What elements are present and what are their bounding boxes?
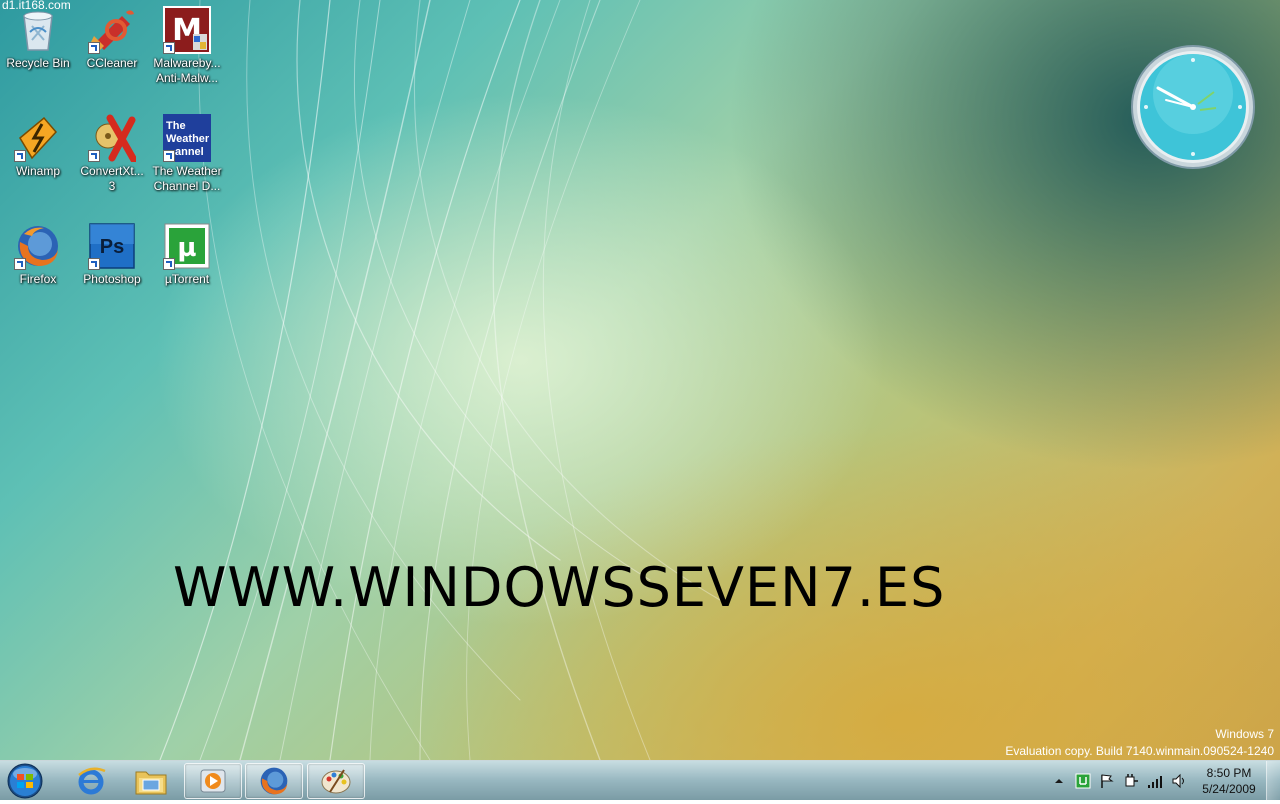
icon-label: Winamp [15, 164, 60, 178]
taskbar-clock[interactable]: 8:50 PM 5/24/2009 [1196, 765, 1262, 797]
winamp-icon [14, 114, 62, 162]
build-line-eval: Evaluation copy. Build 7140.winmain.0905… [1005, 744, 1274, 758]
volume-icon[interactable] [1171, 773, 1187, 789]
desktop-icon-malwarebytes[interactable]: M Malwareby... Anti-Malw... [149, 6, 225, 86]
ccleaner-icon [88, 6, 136, 54]
desktop-icon-recycle-bin[interactable]: Recycle Bin [0, 6, 76, 71]
icon-label: The Weather Channel D... [152, 164, 222, 193]
shortcut-arrow-icon [14, 150, 26, 162]
desktop-icon-photoshop[interactable]: Ps Photoshop [74, 222, 150, 287]
desktop-background: d1.it168.com Recycle Bin CCleaner M Malw… [0, 0, 1280, 760]
firefox-icon [14, 222, 62, 270]
shortcut-arrow-icon [163, 258, 175, 270]
taskbar-firefox[interactable] [245, 763, 303, 799]
taskbar-windows-explorer[interactable] [122, 763, 180, 799]
utorrent-logo-text: µ [177, 233, 196, 263]
photoshop-logo-text: Ps [100, 236, 124, 258]
clock-date: 5/24/2009 [1202, 782, 1256, 796]
network-signal-icon[interactable] [1147, 773, 1163, 789]
power-plug-icon[interactable] [1123, 773, 1139, 789]
paint-icon [321, 769, 351, 794]
firefox-icon [260, 767, 288, 795]
weather-logo-line2: Weather [166, 133, 210, 145]
shortcut-arrow-icon [163, 42, 175, 54]
show-hidden-icons-arrow[interactable] [1051, 773, 1067, 789]
clock-gadget[interactable] [1130, 44, 1256, 170]
site-watermark: WWW.WINDOWSSEVEN7.ES [173, 556, 946, 619]
recycle-bin-icon [14, 6, 62, 54]
weather-logo-line3: annel [175, 146, 204, 158]
malwarebytes-icon: M [163, 6, 211, 54]
action-center-flag-icon[interactable] [1099, 773, 1115, 789]
desktop-icon-ccleaner[interactable]: CCleaner [74, 6, 150, 71]
icon-label: CCleaner [86, 56, 138, 70]
windows-explorer-icon [135, 771, 167, 795]
desktop-icon-firefox[interactable]: Firefox [0, 222, 76, 287]
internet-explorer-icon [78, 767, 106, 795]
shortcut-arrow-icon [163, 150, 175, 162]
convertxtodvd-icon [88, 114, 138, 164]
photoshop-icon: Ps [88, 222, 136, 270]
icon-label: Firefox [19, 272, 57, 286]
clock-time: 8:50 PM [1206, 766, 1252, 780]
build-info: Windows 7 Evaluation copy. Build 7140.wi… [1005, 726, 1274, 760]
shortcut-arrow-icon [14, 258, 26, 270]
taskbar-media-player[interactable] [184, 763, 242, 799]
windows-orb-icon [7, 763, 43, 799]
desktop-icon-utorrent[interactable]: µ µTorrent [149, 222, 225, 287]
shortcut-arrow-icon [88, 150, 100, 162]
show-desktop-button[interactable] [1266, 761, 1280, 801]
icon-label: µTorrent [164, 272, 210, 286]
icon-label: Malwareby... Anti-Malw... [153, 56, 221, 85]
shortcut-arrow-icon [88, 42, 100, 54]
utorrent-icon: µ [163, 222, 211, 270]
desktop-icon-convertxtodvd[interactable]: ConvertXt... 3 [74, 114, 150, 194]
taskbar: 8:50 PM 5/24/2009 [0, 760, 1280, 801]
icon-label: Recycle Bin [6, 56, 70, 70]
desktop-icon-weather-channel[interactable]: The Weather annel The Weather Channel D.… [149, 114, 225, 194]
icon-label: Photoshop [83, 272, 141, 286]
taskbar-internet-explorer[interactable] [62, 763, 120, 799]
weather-logo-line1: The [166, 120, 186, 132]
start-button[interactable] [5, 762, 45, 800]
media-player-icon [200, 769, 226, 793]
utorrent-tray-icon[interactable] [1075, 773, 1091, 789]
icon-label: ConvertXt... 3 [80, 164, 144, 193]
weather-channel-icon: The Weather annel [163, 114, 211, 162]
desktop-icon-winamp[interactable]: Winamp [0, 114, 76, 179]
taskbar-paint[interactable] [307, 763, 365, 799]
shortcut-arrow-icon [88, 258, 100, 270]
build-line-os: Windows 7 [1215, 727, 1274, 741]
